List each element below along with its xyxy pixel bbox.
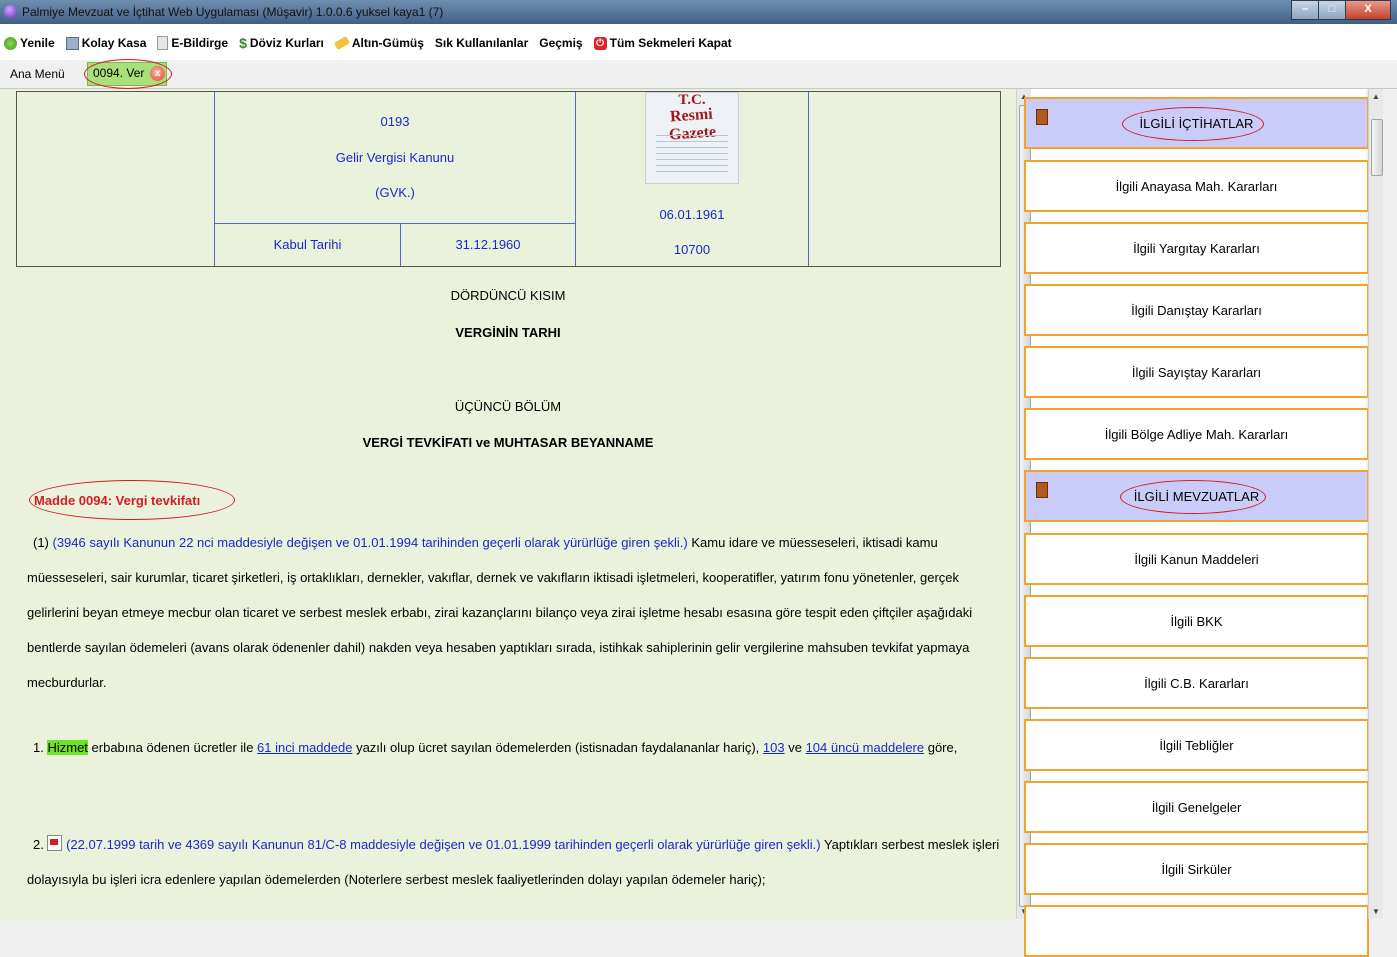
related-kanun-button[interactable]: İlgili Kanun Maddeleri — [1024, 533, 1369, 585]
toolbar: Yenile Kolay Kasa E-Bildirge $ Döviz Kurl… — [0, 24, 1397, 60]
related-more-button[interactable] — [1024, 905, 1369, 957]
part-title: VERGİNİN TARHI — [455, 325, 561, 340]
related-sirkuler-button[interactable]: İlgili Sirküler — [1024, 843, 1369, 895]
close-window-button[interactable]: X — [1345, 0, 1391, 20]
related-panel: İLGİLİ İÇTİHATLAR İlgili Anayasa Mah. Ka… — [1024, 89, 1369, 957]
e-bildirge-button[interactable]: E-Bildirge — [157, 36, 228, 50]
law-name: Gelir Vergisi Kanunu — [335, 150, 455, 165]
chapter-title: VERGİ TEVKİFATI ve MUHTASAR BEYANNAME — [362, 435, 654, 450]
scroll-down-icon[interactable]: ▼ — [1372, 907, 1380, 916]
tab-home[interactable]: Ana Menü — [10, 67, 65, 81]
article-title: Madde 0094: Vergi tevkifatı — [34, 493, 201, 508]
pencil-icon — [333, 36, 350, 50]
window-controls: – □ X — [1291, 0, 1391, 20]
tab-close-icon[interactable]: x — [150, 66, 165, 81]
tab-active-article[interactable]: 0094. Ver x — [87, 62, 167, 86]
tab-bar: Ana Menü 0094. Ver x — [0, 59, 1397, 89]
related-cb-kararlari-button[interactable]: İlgili C.B. Kararları — [1024, 657, 1369, 709]
book-icon — [1036, 109, 1048, 125]
document-view: 0193 Gelir Vergisi Kanunu (GVK.) Kabul T… — [0, 89, 1016, 919]
accept-date-label: Kabul Tarihi — [273, 237, 342, 252]
link-article-103[interactable]: 103 — [763, 740, 785, 755]
document-icon — [157, 36, 169, 50]
related-mevzuat-header[interactable]: İLGİLİ MEVZUATLAR — [1024, 470, 1369, 522]
paragraph-3: 2. (22.07.1999 tarih ve 4369 sayılı Kanu… — [27, 835, 1000, 887]
gazette-date: 06.01.1961 — [659, 207, 725, 222]
gold-silver-button[interactable]: Altın-Gümüş — [333, 36, 424, 50]
link-article-104[interactable]: 104 üncü maddelere — [806, 740, 925, 755]
window-title: Palmiye Mevzuat ve İçtihat Web Uygulamas… — [22, 5, 444, 19]
law-header-table: 0193 Gelir Vergisi Kanunu (GVK.) Kabul T… — [16, 91, 1001, 267]
related-ictihat-header[interactable]: İLGİLİ İÇTİHATLAR — [1024, 97, 1369, 149]
amendment-note: (3946 sayılı Kanunun 22 nci maddesiyle d… — [52, 535, 688, 550]
paragraph-2: 1. Hizmet erbabına ödenen ücretler ile 6… — [33, 740, 958, 755]
chapter-heading: ÜÇÜNCÜ BÖLÜM — [454, 399, 562, 414]
panel-scrollbar[interactable]: ▲ ▼ — [1368, 89, 1383, 919]
related-bkk-button[interactable]: İlgili BKK — [1024, 595, 1369, 647]
related-teblig-button[interactable]: İlgili Tebliğler — [1024, 719, 1369, 771]
refresh-button[interactable]: Yenile — [4, 36, 55, 50]
related-bolge-adliye-button[interactable]: İlgili Bölge Adliye Mah. Kararları — [1024, 408, 1369, 460]
scrollbar-thumb[interactable] — [1371, 119, 1383, 176]
highlighted-term: Hizmet — [47, 740, 88, 755]
favorites-button[interactable]: Sık Kullanılanlar — [435, 36, 528, 50]
title-bar: Palmiye Mevzuat ve İçtihat Web Uygulamas… — [0, 0, 1397, 24]
app-icon — [4, 5, 17, 18]
related-danistay-button[interactable]: İlgili Danıştay Kararları — [1024, 284, 1369, 336]
resmi-gazete-image[interactable]: T.C. Resmi Gazete — [645, 92, 739, 184]
amendment-note: (22.07.1999 tarih ve 4369 sayılı Kanunun… — [66, 837, 821, 852]
related-sayistay-button[interactable]: İlgili Sayıştay Kararları — [1024, 346, 1369, 398]
minimize-button[interactable]: – — [1291, 0, 1319, 20]
related-anayasa-button[interactable]: İlgili Anayasa Mah. Kararları — [1024, 160, 1369, 212]
dollar-icon: $ — [239, 34, 247, 51]
paragraph-1: (1) (3946 sayılı Kanunun 22 nci maddesiy… — [27, 535, 973, 690]
law-abbreviation: (GVK.) — [375, 185, 415, 200]
accept-date: 31.12.1960 — [455, 237, 521, 252]
power-icon: ⏻ — [593, 36, 607, 50]
currency-rates-button[interactable]: $ Döviz Kurları — [239, 34, 324, 51]
refresh-icon — [4, 36, 17, 50]
related-genelge-button[interactable]: İlgili Genelgeler — [1024, 781, 1369, 833]
tab-label: 0094. Ver — [93, 66, 145, 80]
close-all-tabs-button[interactable]: ⏻ Tüm Sekmeleri Kapat — [593, 36, 732, 50]
kolay-kasa-button[interactable]: Kolay Kasa — [65, 36, 146, 50]
law-number: 0193 — [380, 114, 410, 129]
scroll-up-icon[interactable]: ▲ — [1372, 92, 1380, 101]
maximize-button[interactable]: □ — [1318, 0, 1346, 20]
part-heading: DÖRDÜNCÜ KISIM — [450, 288, 566, 303]
related-yargitay-button[interactable]: İlgili Yargıtay Kararları — [1024, 222, 1369, 274]
link-article-61[interactable]: 61 inci maddede — [257, 740, 352, 755]
pdf-icon[interactable] — [47, 835, 63, 851]
gazette-number: 10700 — [673, 242, 711, 257]
history-button[interactable]: Geçmiş — [539, 36, 582, 50]
kasa-icon — [65, 36, 79, 50]
book-icon — [1036, 482, 1048, 498]
